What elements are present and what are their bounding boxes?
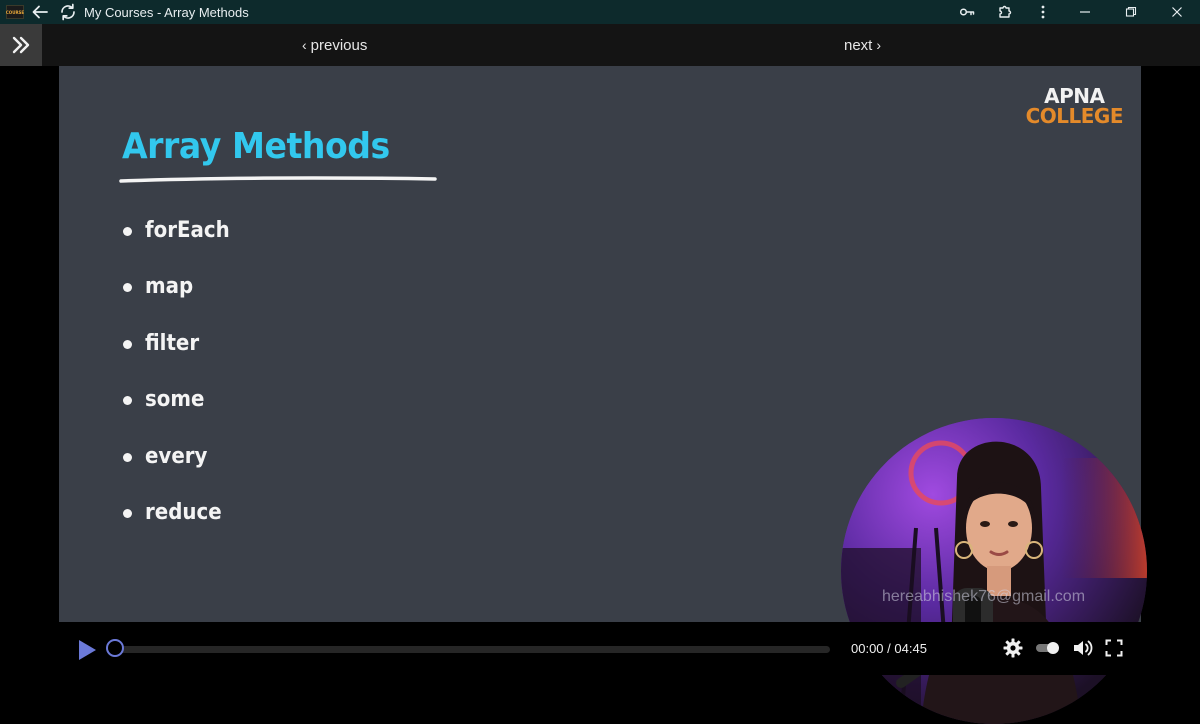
bullet-icon <box>123 509 132 519</box>
back-button[interactable] <box>28 0 52 24</box>
progress-bar[interactable] <box>115 646 830 653</box>
bullet-icon <box>123 339 132 349</box>
chevron-left-icon: ‹ <box>302 37 307 53</box>
method-item: some <box>123 372 239 429</box>
method-label: reduce <box>145 500 222 526</box>
method-item: forEach <box>123 202 239 259</box>
bullet-icon <box>123 283 132 293</box>
password-button[interactable] <box>948 0 986 24</box>
toggle-icon <box>1036 642 1059 654</box>
next-lesson-link[interactable]: next › <box>844 24 885 66</box>
extensions-button[interactable] <box>986 0 1024 24</box>
restore-button[interactable] <box>1108 0 1154 24</box>
previous-lesson-link[interactable]: ‹ previous <box>298 24 367 66</box>
key-icon <box>959 8 975 16</box>
method-label: map <box>145 274 194 300</box>
bullet-icon <box>123 396 132 406</box>
current-time: 00:00 <box>851 641 884 656</box>
restore-icon <box>1125 6 1137 17</box>
app-logo-text: COURSE <box>5 9 25 15</box>
kebab-menu-icon <box>1041 5 1045 19</box>
close-icon <box>1172 7 1182 17</box>
course-nav-bar: ‹ previous next › <box>0 24 1200 66</box>
method-label: some <box>145 387 205 413</box>
method-item: filter <box>123 315 239 372</box>
window-actions <box>948 0 1200 24</box>
reload-button[interactable] <box>56 0 80 24</box>
gear-icon <box>1003 638 1023 658</box>
volume-button[interactable] <box>1071 636 1095 660</box>
puzzle-icon <box>999 5 1012 18</box>
time-separator: / <box>883 641 895 656</box>
method-label: forEach <box>145 217 230 243</box>
close-button[interactable] <box>1154 0 1200 24</box>
duration: 04:45 <box>894 641 927 656</box>
play-button[interactable] <box>74 637 100 663</box>
method-item: map <box>123 259 239 316</box>
time-readout: 00:00 / 04:45 <box>851 641 927 656</box>
fullscreen-icon <box>1105 639 1123 657</box>
method-label: filter <box>145 330 200 356</box>
video-player[interactable]: APNA COLLEGE Array Methods forEach map fil… <box>0 66 1200 724</box>
play-icon <box>79 640 96 660</box>
volume-icon <box>1074 640 1093 656</box>
window-title: My Courses - Array Methods <box>84 4 249 20</box>
menu-button[interactable] <box>1024 0 1062 24</box>
player-controls: 00:00 / 04:45 <box>0 622 1200 675</box>
title-bar: COURSE My Courses - Array Methods <box>0 0 1200 24</box>
slide-title: Array Methods <box>122 126 390 167</box>
settings-button[interactable] <box>1001 636 1025 660</box>
bullet-icon <box>123 452 132 462</box>
brand-logo-bottom: COLLEGE <box>1025 104 1124 128</box>
presenter-webcam <box>841 418 1147 724</box>
method-label: every <box>145 443 208 469</box>
arrow-left-icon <box>32 5 48 19</box>
presenter-video <box>841 418 1147 724</box>
double-chevron-right-icon <box>12 36 30 54</box>
brand-logo: APNA COLLEGE <box>1025 84 1124 128</box>
previous-label: previous <box>310 36 368 54</box>
email-watermark: hereabhishek76@gmail.com <box>882 588 1086 605</box>
minimize-button[interactable] <box>1062 0 1108 24</box>
progress-scrubber[interactable] <box>106 639 124 657</box>
minimize-icon <box>1080 11 1090 13</box>
autoplay-toggle[interactable] <box>1035 636 1061 660</box>
sidebar-toggle-button[interactable] <box>0 24 42 66</box>
next-label: next <box>844 36 873 54</box>
reload-icon <box>61 3 75 21</box>
method-item: reduce <box>123 485 239 542</box>
fullscreen-button[interactable] <box>1102 636 1126 660</box>
method-list: forEach map filter some every reduce <box>123 202 239 541</box>
app-logo: COURSE <box>6 5 24 19</box>
bullet-icon <box>123 226 132 236</box>
brand-logo-top: APNA <box>1044 84 1105 108</box>
title-underline <box>119 176 437 183</box>
chevron-right-icon: › <box>876 37 882 53</box>
method-item: every <box>123 428 239 485</box>
